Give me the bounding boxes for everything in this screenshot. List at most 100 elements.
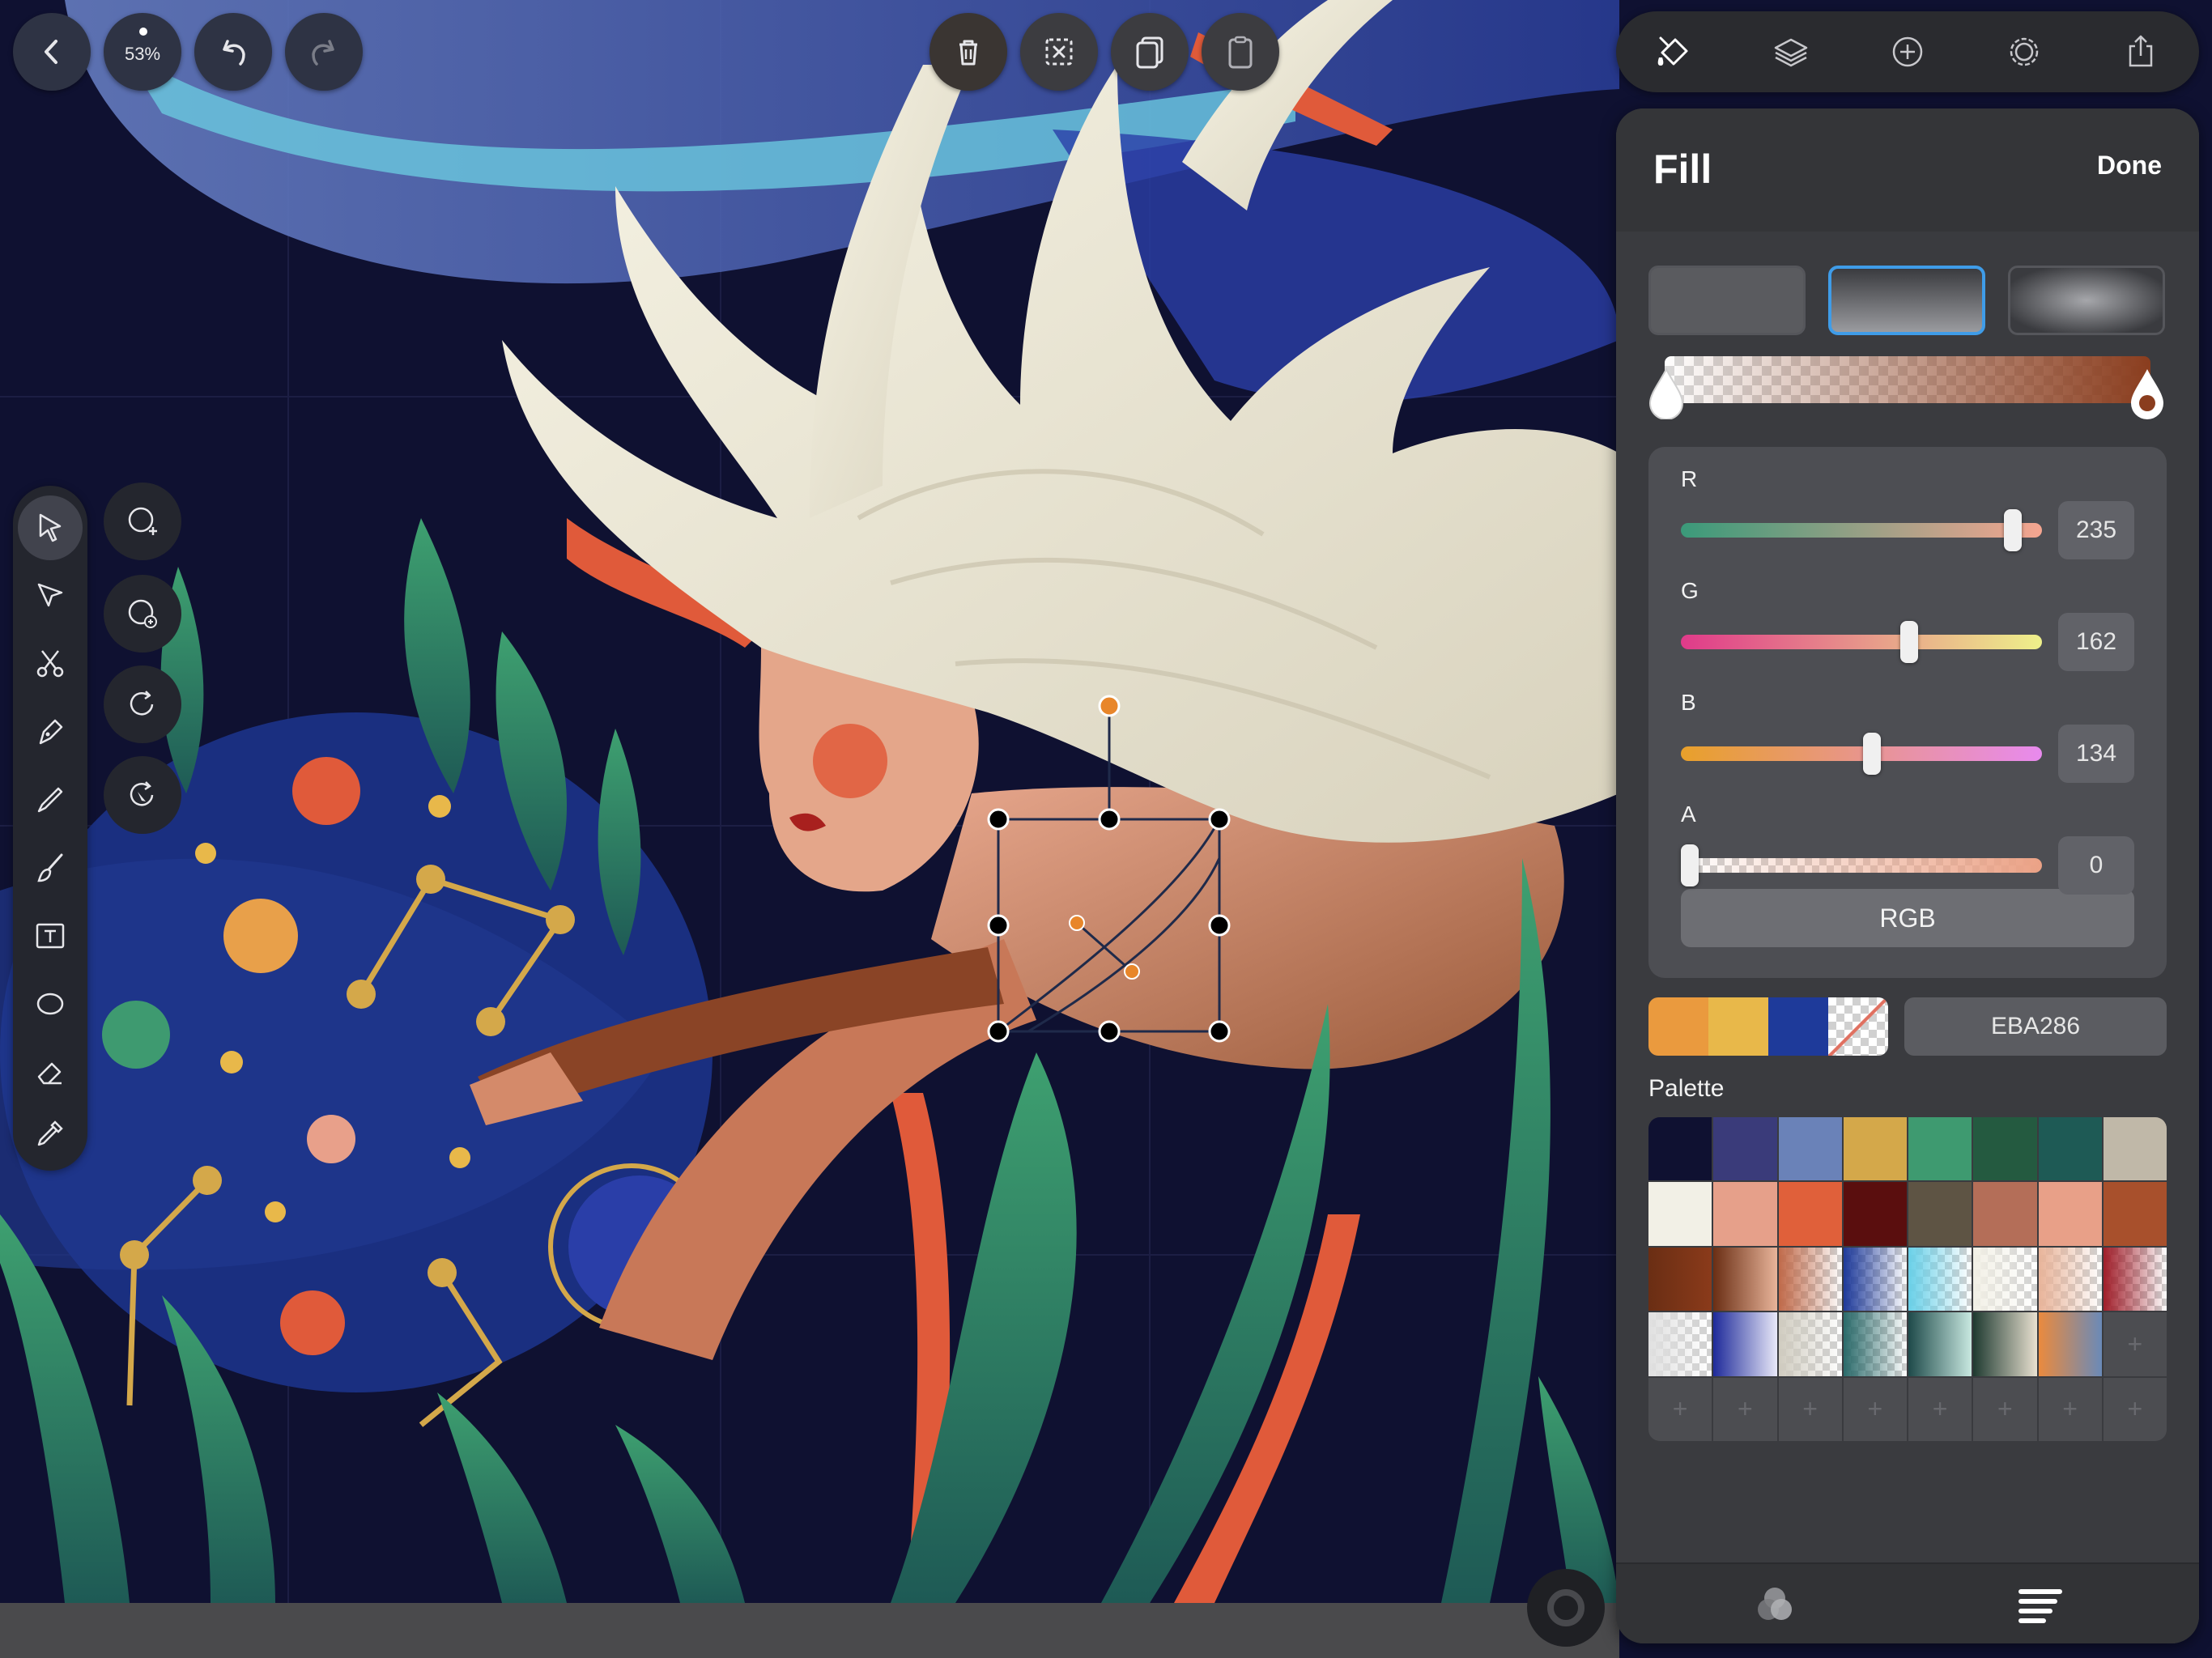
recent-color-swatch[interactable]	[1768, 997, 1828, 1056]
tool-pen[interactable]	[18, 699, 83, 764]
palette-swatch[interactable]	[2103, 1247, 2167, 1312]
palette-swatch[interactable]	[2038, 1182, 2102, 1246]
redo-button[interactable]	[285, 13, 363, 91]
selection-arrow-icon	[39, 513, 62, 542]
palette-swatch[interactable]	[1843, 1312, 1907, 1376]
add-tab[interactable]	[1875, 19, 1940, 84]
gradient-stop-start[interactable]	[1647, 366, 1686, 419]
palette-empty-slot[interactable]: +	[1648, 1377, 1712, 1441]
color-mode-button[interactable]: RGB	[1681, 889, 2134, 947]
back-button[interactable]	[13, 13, 91, 91]
palette-empty-slot[interactable]: +	[2103, 1377, 2167, 1441]
gradient-bar[interactable]	[1665, 356, 2150, 403]
slider-track-g[interactable]	[1681, 635, 2042, 649]
palette-swatch[interactable]	[1973, 1247, 2037, 1312]
fill-type-linear[interactable]	[1828, 266, 1985, 335]
deselect-button[interactable]	[1020, 13, 1098, 91]
palette-swatch[interactable]	[1973, 1182, 2037, 1246]
palette-swatch[interactable]	[2103, 1117, 2167, 1181]
channel-value-a[interactable]: 0	[2058, 836, 2134, 895]
tool-pencil[interactable]	[18, 767, 83, 832]
palette-swatch[interactable]	[2038, 1247, 2102, 1312]
tool-scissors[interactable]	[18, 631, 83, 696]
palette-swatch[interactable]	[1713, 1117, 1777, 1181]
assistive-touch-button[interactable]	[1527, 1569, 1605, 1647]
slider-thumb-g[interactable]	[1900, 621, 1919, 663]
recent-color-swatch[interactable]	[1708, 997, 1768, 1056]
palette-empty-slot[interactable]: +	[1778, 1377, 1842, 1441]
tool-eyedropper[interactable]	[18, 1101, 83, 1166]
delete-button[interactable]	[929, 13, 1007, 91]
tool-eraser[interactable]	[18, 1039, 83, 1104]
slider-thumb-a[interactable]	[1681, 844, 1699, 886]
recent-color-swatch[interactable]	[1648, 997, 1708, 1056]
paste-icon	[1228, 36, 1253, 69]
palette-swatch[interactable]	[1843, 1117, 1907, 1181]
channel-value-r[interactable]: 235	[2058, 501, 2134, 559]
palette-swatch[interactable]	[1778, 1247, 1842, 1312]
fill-type-flat[interactable]	[1648, 266, 1806, 335]
share-tab[interactable]	[2108, 19, 2173, 84]
palette-swatch[interactable]	[1713, 1247, 1777, 1312]
chevron-left-icon	[45, 40, 57, 64]
drawing-canvas[interactable]	[0, 0, 1619, 1603]
palette-swatch[interactable]	[1843, 1247, 1907, 1312]
palette-swatch[interactable]	[2038, 1312, 2102, 1376]
palette-swatch[interactable]	[1973, 1117, 2037, 1181]
palette-swatch[interactable]	[2038, 1117, 2102, 1181]
hex-value-field[interactable]: EBA286	[1904, 997, 2167, 1056]
slider-track-a[interactable]	[1681, 858, 2042, 873]
layers-tab[interactable]	[1759, 19, 1823, 84]
palette-swatch[interactable]	[1648, 1117, 1712, 1181]
sub-tool-reset-rotate[interactable]	[104, 756, 181, 834]
channel-value-g[interactable]: 162	[2058, 613, 2134, 671]
slider-thumb-b[interactable]	[1862, 733, 1881, 775]
slider-thumb-r[interactable]	[2003, 509, 2022, 551]
palette-swatch[interactable]	[1973, 1312, 2037, 1376]
align-icon[interactable]	[2014, 1579, 2066, 1630]
settings-tab[interactable]	[1992, 19, 2057, 84]
recent-color-swatch[interactable]	[1828, 997, 1888, 1056]
palette-swatch[interactable]	[2103, 1182, 2167, 1246]
palette-empty-slot[interactable]: +	[1908, 1377, 1972, 1441]
palette-swatch[interactable]	[1778, 1312, 1842, 1376]
palette-swatch[interactable]	[1908, 1247, 1972, 1312]
palette-swatch[interactable]	[1648, 1182, 1712, 1246]
palette-swatch[interactable]	[1713, 1182, 1777, 1246]
color-mix-icon[interactable]	[1749, 1579, 1801, 1630]
sub-tool-rotate[interactable]	[104, 665, 181, 743]
slider-track-b[interactable]	[1681, 746, 2042, 761]
zoom-level-button[interactable]: 53%	[104, 13, 181, 91]
palette-swatch[interactable]	[1778, 1182, 1842, 1246]
palette-swatch[interactable]	[1908, 1312, 1972, 1376]
palette-empty-slot[interactable]: +	[1973, 1377, 2037, 1441]
palette-swatch[interactable]	[1843, 1182, 1907, 1246]
palette-swatch[interactable]	[1908, 1117, 1972, 1181]
fill-type-radial[interactable]	[2008, 266, 2165, 335]
fill-tab[interactable]	[1642, 19, 1707, 84]
palette-empty-slot[interactable]: +	[1843, 1377, 1907, 1441]
channel-value-b[interactable]: 134	[2058, 725, 2134, 783]
palette-swatch[interactable]	[1778, 1117, 1842, 1181]
done-button[interactable]: Done	[2097, 151, 2162, 181]
palette-swatch[interactable]	[1648, 1247, 1712, 1312]
tool-brush[interactable]	[18, 835, 83, 900]
gradient-stop-end[interactable]	[2128, 366, 2167, 419]
tool-node-select[interactable]	[18, 563, 83, 628]
palette-swatch[interactable]	[1713, 1312, 1777, 1376]
palette-swatch[interactable]	[1908, 1182, 1972, 1246]
tool-selection[interactable]	[18, 495, 83, 560]
paste-button[interactable]	[1202, 13, 1279, 91]
rotate-icon	[130, 691, 154, 716]
tool-ellipse[interactable]	[18, 971, 83, 1036]
slider-track-r[interactable]	[1681, 523, 2042, 538]
palette-empty-slot[interactable]: +	[2038, 1377, 2102, 1441]
palette-empty-slot[interactable]: +	[2103, 1312, 2167, 1376]
undo-button[interactable]	[194, 13, 272, 91]
palette-empty-slot[interactable]: +	[1713, 1377, 1777, 1441]
sub-tool-add-selection[interactable]	[104, 483, 181, 560]
duplicate-button[interactable]	[1111, 13, 1189, 91]
sub-tool-add-point[interactable]	[104, 575, 181, 653]
tool-text[interactable]	[18, 903, 83, 968]
palette-swatch[interactable]	[1648, 1312, 1712, 1376]
